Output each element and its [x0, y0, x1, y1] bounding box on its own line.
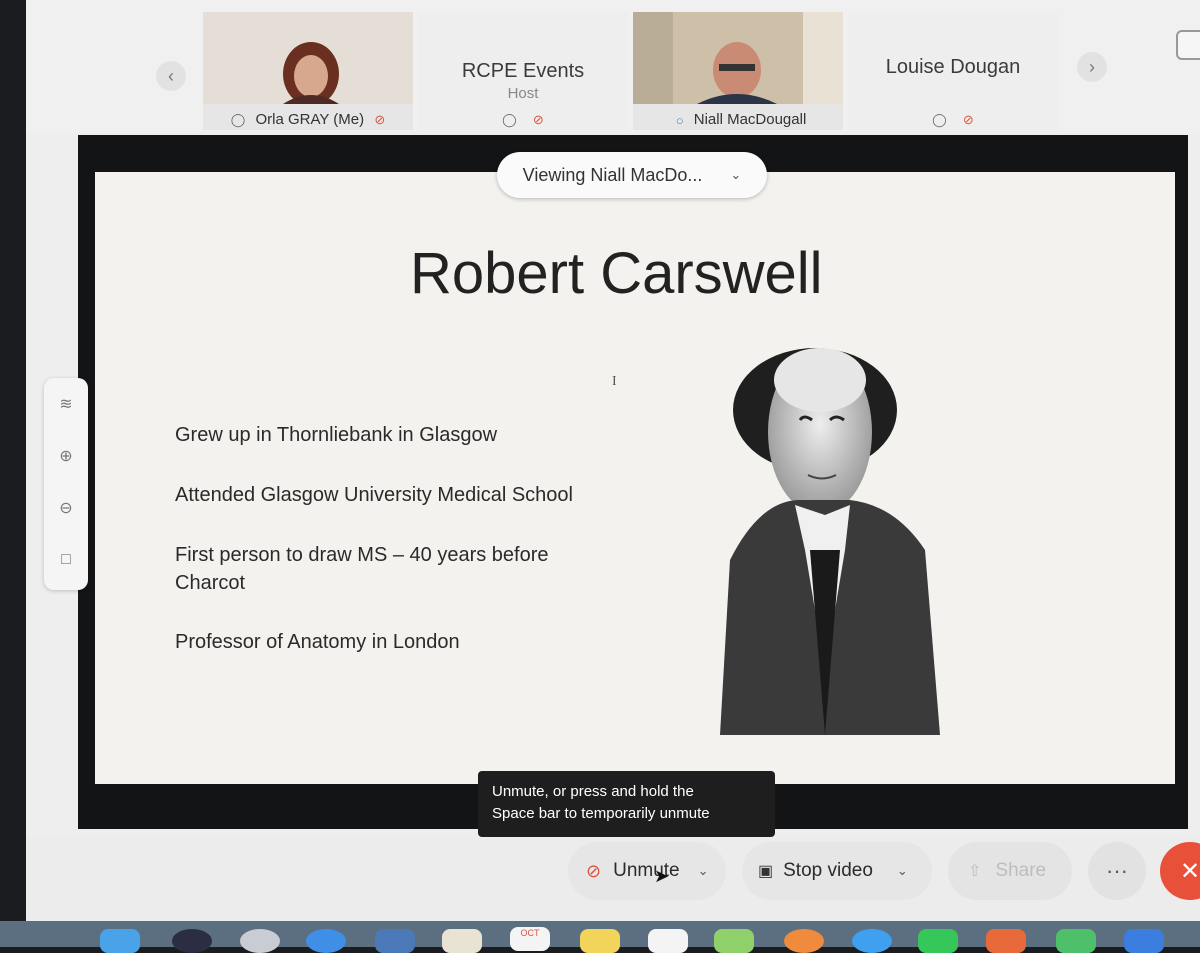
mic-muted-icon: ⊘ — [962, 112, 974, 127]
launchpad-icon[interactable] — [172, 929, 212, 953]
stop-video-label: Stop video — [783, 860, 873, 881]
close-icon: ✕ — [1179, 857, 1200, 885]
reminders-icon[interactable] — [648, 929, 688, 953]
video-camera-icon: ▣ — [758, 863, 774, 880]
share-label: Share — [995, 860, 1047, 881]
slide-bullet: First person to draw MS – 40 years befor… — [175, 544, 549, 594]
tooltip-line: Unmute, or press and hold the — [492, 783, 694, 800]
chevron-right-icon: › — [1089, 56, 1095, 77]
viewing-selector[interactable]: Viewing Niall MacDo... ⌄ — [497, 152, 767, 198]
zoom-in-icon[interactable]: ⊕ — [44, 438, 88, 474]
annotate-pen-icon[interactable]: ≋ — [44, 386, 88, 422]
contacts-icon[interactable] — [442, 929, 482, 953]
participant-video-orla — [203, 12, 413, 104]
viewing-label: Viewing Niall MacDo... — [522, 164, 703, 185]
layout-grid-button[interactable] — [1176, 30, 1200, 60]
participant-name: Orla GRAY (Me) — [255, 110, 365, 128]
participant-name-row: ◯ Orla GRAY (Me) ⊘ — [203, 111, 413, 128]
share-icon: ⇧ — [968, 863, 982, 880]
participant-tile-niall[interactable]: ○ Niall MacDougall — [633, 12, 843, 130]
finder-icon[interactable] — [100, 929, 140, 953]
facetime-icon[interactable] — [918, 929, 958, 953]
mic-muted-icon: ⊘ — [374, 112, 386, 127]
participant-name: Louise Dougan — [885, 56, 1021, 78]
maps-icon[interactable] — [714, 929, 754, 953]
calendar-month: OCT — [520, 928, 540, 938]
more-options-button[interactable]: ··· — [1088, 842, 1146, 900]
participant-name-row: ○ Niall MacDougall — [633, 111, 843, 128]
chevron-down-icon: ⌄ — [730, 167, 742, 182]
keynote-icon[interactable] — [1124, 929, 1164, 953]
photos-icon[interactable] — [784, 929, 824, 953]
next-participants-button[interactable]: › — [1077, 52, 1107, 82]
video-options-chevron-icon[interactable]: ⌄ — [897, 863, 908, 879]
mail-icon[interactable] — [375, 929, 415, 953]
fit-to-screen-icon[interactable]: □ — [44, 542, 88, 578]
tooltip-line: Space bar to temporarily unmute — [492, 805, 710, 822]
participant-tile-rcpe[interactable]: RCPE Events Host ◯ ⊘ — [418, 12, 628, 130]
speaking-icon: ○ — [675, 112, 684, 128]
participant-tile-orla[interactable]: ◯ Orla GRAY (Me) ⊘ — [203, 12, 413, 130]
mic-muted-icon: ⊘ — [586, 860, 602, 881]
unmute-label: Unmute — [613, 860, 680, 881]
previous-participants-button[interactable]: ‹ — [156, 61, 186, 91]
headset-icon: ◯ — [932, 112, 947, 127]
more-options-icon: ··· — [1106, 858, 1128, 883]
zoom-out-icon[interactable]: ⊖ — [44, 490, 88, 526]
person-video-image — [203, 12, 413, 104]
safari-icon[interactable] — [306, 929, 346, 953]
os-dock: OCT — [0, 921, 1200, 953]
participant-status-row: ◯ ⊘ — [848, 111, 1058, 128]
participant-tile-louise[interactable]: Louise Dougan ◯ ⊘ — [848, 12, 1058, 130]
headset-icon: ◯ — [502, 112, 517, 127]
messages-icon[interactable] — [852, 929, 892, 953]
slide-title: Robert Carswell — [410, 241, 823, 306]
slide-bullet: Grew up in Thornliebank in Glasgow — [175, 424, 498, 446]
mouse-pointer-icon: ➤ — [654, 866, 670, 886]
participant-video-niall — [633, 12, 843, 104]
notes-icon[interactable] — [580, 929, 620, 953]
unmute-button[interactable]: ⊘ Unmute ⌄ — [568, 842, 726, 900]
participant-role: Host — [507, 85, 539, 102]
pages-icon[interactable] — [986, 929, 1026, 953]
headset-icon: ◯ — [230, 112, 246, 127]
numbers-icon[interactable] — [1056, 929, 1096, 953]
portrait-image — [720, 348, 940, 735]
slide-bullet: Attended Glasgow University Medical Scho… — [175, 484, 573, 506]
calendar-icon[interactable]: OCT — [510, 927, 550, 951]
chevron-left-icon: ‹ — [168, 65, 174, 86]
slide-bullet: Professor of Anatomy in London — [175, 631, 460, 653]
text-cursor-icon: I — [612, 374, 617, 389]
mic-muted-icon: ⊘ — [532, 112, 544, 127]
unmute-options-chevron-icon[interactable]: ⌄ — [698, 863, 709, 879]
participant-name: RCPE Events — [461, 60, 585, 82]
annotation-toolbar: ≋ ⊕ ⊖ □ — [44, 378, 88, 590]
share-button[interactable]: ⇧ Share — [948, 842, 1072, 900]
unmute-tooltip: Unmute, or press and hold the Space bar … — [478, 771, 775, 837]
participant-status-row: ◯ ⊘ — [418, 111, 628, 128]
person-video-image — [633, 12, 843, 104]
settings-icon[interactable] — [240, 929, 280, 953]
participant-name: Niall MacDougall — [693, 111, 807, 128]
stop-video-button[interactable]: ▣ Stop video ⌄ — [742, 842, 932, 900]
